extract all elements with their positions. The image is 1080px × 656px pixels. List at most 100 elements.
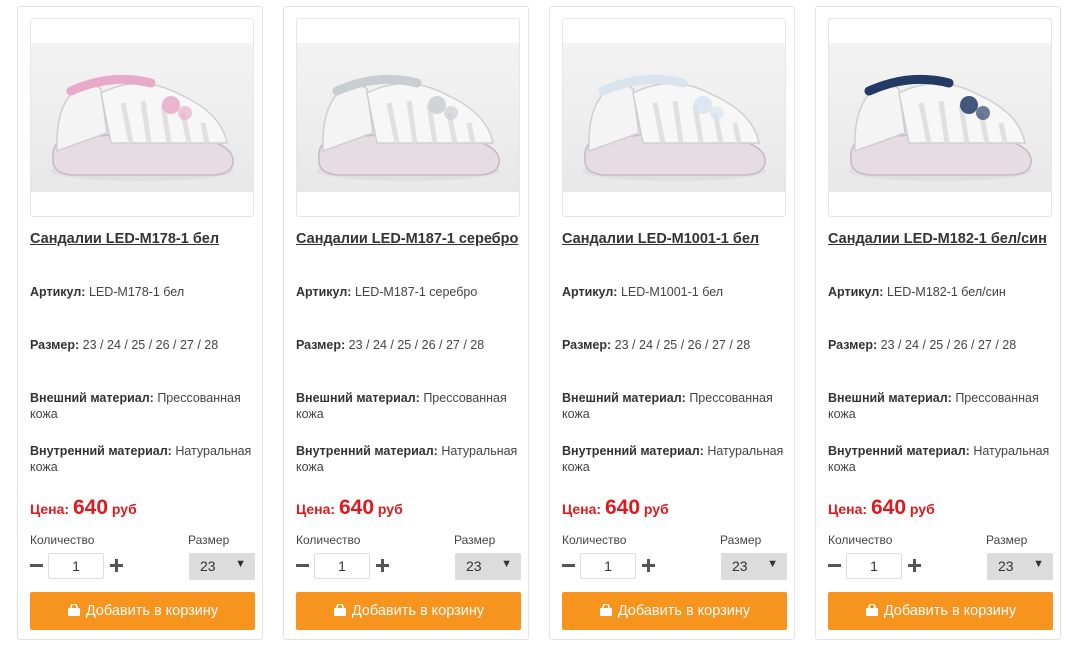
increase-quantity-button[interactable] (642, 559, 655, 572)
price-label: Цена: (30, 501, 70, 517)
article-value: LED-M187-1 серебро (354, 285, 478, 299)
quantity-label: Количество (562, 533, 627, 547)
sizes-row: Размер: 23 / 24 / 25 / 26 / 27 / 28 (296, 337, 522, 353)
size-dropdown[interactable]: 23 ▼ (455, 553, 521, 580)
product-image[interactable] (829, 43, 1051, 192)
article-row: Артикул: LED-M178-1 бел (30, 284, 256, 300)
sizes-value: 23 / 24 / 25 / 26 / 27 / 28 (614, 338, 751, 352)
price-amount: 640 (338, 496, 375, 519)
price-currency: руб (909, 501, 935, 517)
article-row: Артикул: LED-M1001-1 бел (562, 284, 788, 300)
decrease-quantity-button[interactable] (562, 564, 575, 567)
add-to-cart-button[interactable]: Добавить в корзину (828, 592, 1053, 630)
price-label: Цена: (562, 501, 602, 517)
price-amount: 640 (72, 496, 109, 519)
size-dropdown-value: 23 (466, 558, 482, 574)
article-label: Артикул: (30, 285, 86, 299)
sizes-label: Размер: (562, 338, 612, 352)
article-label: Артикул: (828, 285, 884, 299)
inner-material-row: Внутренний материал: Натуральная кожа (562, 443, 788, 475)
product-image-frame[interactable] (562, 18, 786, 217)
outer-material-label: Внешний материал: (828, 391, 952, 405)
increase-quantity-button[interactable] (376, 559, 389, 572)
quantity-input[interactable] (314, 553, 370, 579)
chevron-down-icon: ▼ (501, 558, 512, 570)
product-image-frame[interactable] (296, 18, 520, 217)
shopping-bag-icon (67, 604, 80, 616)
shopping-bag-icon (865, 604, 878, 616)
sizes-label: Размер: (828, 338, 878, 352)
sizes-row: Размер: 23 / 24 / 25 / 26 / 27 / 28 (828, 337, 1054, 353)
size-select-label: Размер (188, 533, 230, 547)
quantity-input[interactable] (48, 553, 104, 579)
product-image-frame[interactable] (828, 18, 1052, 217)
product-card: Сандалии LED-M187-1 серебро Артикул: LED… (283, 6, 529, 640)
sizes-label: Размер: (30, 338, 80, 352)
article-value: LED-M182-1 бел/син (886, 285, 1006, 299)
product-title-link[interactable]: Сандалии LED-M1001-1 бел (562, 229, 788, 250)
size-dropdown[interactable]: 23 ▼ (987, 553, 1053, 580)
product-image-frame[interactable] (30, 18, 254, 217)
price-amount: 640 (870, 496, 907, 519)
price-row: Цена: 640 руб (828, 495, 1054, 522)
decrease-quantity-button[interactable] (296, 564, 309, 567)
price-currency: руб (377, 501, 403, 517)
decrease-quantity-button[interactable] (828, 564, 841, 567)
sizes-value: 23 / 24 / 25 / 26 / 27 / 28 (880, 338, 1017, 352)
article-row: Артикул: LED-M182-1 бел/син (828, 284, 1054, 300)
sizes-value: 23 / 24 / 25 / 26 / 27 / 28 (82, 338, 219, 352)
product-title-link[interactable]: Сандалии LED-M178-1 бел (30, 229, 256, 250)
decrease-quantity-button[interactable] (30, 564, 43, 567)
article-value: LED-M178-1 бел (88, 285, 185, 299)
product-title-link[interactable]: Сандалии LED-M187-1 серебро (296, 229, 522, 250)
inner-material-label: Внутренний материал: (828, 444, 970, 458)
outer-material-label: Внешний материал: (296, 391, 420, 405)
quantity-input[interactable] (846, 553, 902, 579)
product-card: Сандалии LED-M178-1 бел Артикул: LED-M17… (17, 6, 263, 640)
outer-material-label: Внешний материал: (30, 391, 154, 405)
price-label: Цена: (296, 501, 336, 517)
increase-quantity-button[interactable] (908, 559, 921, 572)
inner-material-label: Внутренний материал: (562, 444, 704, 458)
price-amount: 640 (604, 496, 641, 519)
outer-material-row: Внешний материал: Прессованная кожа (828, 390, 1054, 422)
size-select-label: Размер (454, 533, 496, 547)
article-label: Артикул: (562, 285, 618, 299)
quantity-label: Количество (828, 533, 893, 547)
outer-material-row: Внешний материал: Прессованная кожа (30, 390, 256, 422)
add-to-cart-label: Добавить в корзину (883, 603, 1017, 619)
size-dropdown-value: 23 (998, 558, 1014, 574)
size-dropdown-value: 23 (732, 558, 748, 574)
quantity-label: Количество (30, 533, 95, 547)
chevron-down-icon: ▼ (235, 558, 246, 570)
quantity-input[interactable] (580, 553, 636, 579)
product-card: Сандалии LED-M1001-1 бел Артикул: LED-M1… (549, 6, 795, 640)
add-to-cart-button[interactable]: Добавить в корзину (296, 592, 521, 630)
size-dropdown[interactable]: 23 ▼ (189, 553, 255, 580)
quantity-label: Количество (296, 533, 361, 547)
inner-material-label: Внутренний материал: (30, 444, 172, 458)
shopping-bag-icon (599, 604, 612, 616)
inner-material-label: Внутренний материал: (296, 444, 438, 458)
product-image[interactable] (31, 43, 253, 192)
add-to-cart-label: Добавить в корзину (85, 603, 219, 619)
chevron-down-icon: ▼ (1033, 558, 1044, 570)
add-to-cart-label: Добавить в корзину (617, 603, 751, 619)
product-title-link[interactable]: Сандалии LED-M182-1 бел/син (828, 229, 1054, 250)
price-row: Цена: 640 руб (296, 495, 522, 522)
product-image[interactable] (563, 43, 785, 192)
size-dropdown[interactable]: 23 ▼ (721, 553, 787, 580)
add-to-cart-button[interactable]: Добавить в корзину (30, 592, 255, 630)
chevron-down-icon: ▼ (767, 558, 778, 570)
price-row: Цена: 640 руб (562, 495, 788, 522)
price-row: Цена: 640 руб (30, 495, 256, 522)
inner-material-row: Внутренний материал: Натуральная кожа (828, 443, 1054, 475)
inner-material-row: Внутренний материал: Натуральная кожа (296, 443, 522, 475)
increase-quantity-button[interactable] (110, 559, 123, 572)
outer-material-row: Внешний материал: Прессованная кожа (296, 390, 522, 422)
inner-material-row: Внутренний материал: Натуральная кожа (30, 443, 256, 475)
add-to-cart-button[interactable]: Добавить в корзину (562, 592, 787, 630)
shopping-bag-icon (333, 604, 346, 616)
sizes-row: Размер: 23 / 24 / 25 / 26 / 27 / 28 (30, 337, 256, 353)
product-image[interactable] (297, 43, 519, 192)
